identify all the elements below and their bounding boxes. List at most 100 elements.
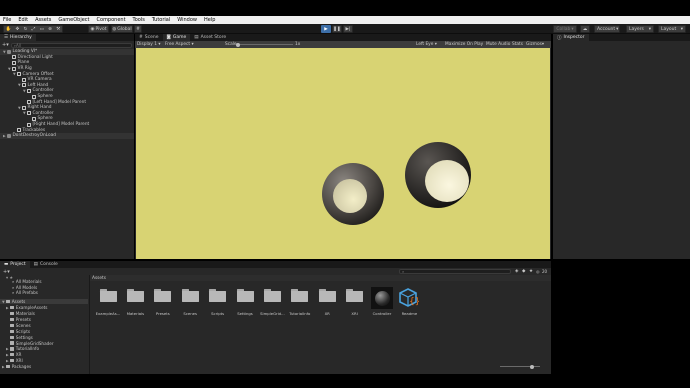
project-folder-item[interactable]: Settings: [6, 335, 33, 340]
asset-item[interactable]: {} Readme: [396, 287, 422, 317]
tab-game[interactable]: ◙ Game: [162, 34, 191, 41]
maximize-on-play-toggle[interactable]: Maximize On Play: [445, 42, 483, 47]
scale-tool-icon[interactable]: ⤢: [32, 26, 36, 32]
move-tool-icon[interactable]: ✥: [16, 27, 20, 32]
scale-slider[interactable]: [236, 42, 293, 47]
project-folder-item[interactable]: Materials: [6, 311, 35, 316]
hierarchy-row-label: VR Rig: [17, 66, 32, 72]
transform-tool-icon[interactable]: ⊕: [48, 27, 52, 32]
chevron-down-icon: ▾: [571, 26, 574, 32]
asset-item-label: SimpleGrid...: [260, 311, 285, 316]
project-folder-label: Scripts: [15, 328, 31, 334]
favorite-all-prefabs[interactable]: ⌕ All Prefabs: [12, 290, 38, 295]
icon-size-slider[interactable]: [500, 364, 540, 369]
menu-tutorial[interactable]: Tutorial: [152, 17, 170, 23]
cloud-button[interactable]: ☁: [580, 25, 590, 33]
eye-dropdown[interactable]: Left Eye ▾: [416, 42, 437, 47]
project-folder-item[interactable]: ▶ XR: [6, 352, 21, 357]
gameobject-icon: [12, 55, 16, 60]
folder-icon: [154, 289, 172, 302]
rotate-tool-icon[interactable]: ↻: [24, 27, 28, 32]
game-viewport[interactable]: [136, 48, 550, 259]
asset-item[interactable]: XR: [314, 287, 340, 317]
assets-root[interactable]: ▼ Assets: [0, 299, 88, 305]
menu-window[interactable]: Window: [177, 17, 197, 23]
folder-icon: ▬: [4, 262, 9, 267]
global-toggle[interactable]: ◍ Global: [111, 25, 133, 33]
hierarchy-search-input[interactable]: ⌕ All: [10, 42, 132, 48]
star-icon[interactable]: ★: [529, 269, 533, 274]
stats-toggle[interactable]: Stats: [512, 42, 523, 47]
console-icon: ▤: [33, 262, 38, 267]
assets-breadcrumb[interactable]: Assets: [90, 275, 551, 281]
asset-item[interactable]: Scripts: [205, 287, 231, 317]
project-search-input[interactable]: ⌕: [399, 269, 511, 274]
layout-label: Layout: [661, 26, 677, 32]
project-folder-item[interactable]: ▶ ExampleAssets: [6, 305, 47, 310]
asset-item[interactable]: XRI: [342, 287, 368, 317]
menu-assets[interactable]: Assets: [35, 17, 51, 23]
material-sphere-icon: [371, 287, 393, 309]
asset-item[interactable]: TutorialInfo: [287, 287, 313, 317]
collab-button[interactable]: Collab ▾: [553, 25, 577, 33]
layout-dropdown[interactable]: Layout ▾: [658, 25, 686, 33]
tab-asset-store[interactable]: ▤ Asset Store: [190, 34, 230, 41]
snap-toggle[interactable]: #: [134, 25, 142, 33]
pause-button[interactable]: ❚❚: [332, 25, 342, 33]
favorite-label: All Models: [15, 284, 38, 290]
packages-root[interactable]: ▶ Packages: [2, 364, 31, 369]
asset-item[interactable]: ExampleAs...: [95, 287, 121, 317]
layers-dropdown[interactable]: Layers ▾: [626, 25, 654, 33]
inspector-tab-label: Inspector: [563, 35, 585, 40]
scale-slider-handle[interactable]: [236, 42, 240, 47]
rect-tool-icon[interactable]: ▭: [40, 27, 44, 32]
step-button[interactable]: ▶|: [343, 25, 353, 33]
tab-console[interactable]: ▤ Console: [30, 261, 62, 268]
aspect-dropdown[interactable]: Free Aspect ▾: [165, 42, 194, 47]
menu-help[interactable]: Help: [204, 17, 215, 23]
project-folder-item[interactable]: Scenes: [6, 323, 31, 328]
asset-item[interactable]: Materials: [122, 287, 148, 317]
project-folder-item[interactable]: SimpleGridShader: [6, 340, 54, 346]
search-icon: ⌕: [12, 290, 15, 296]
custom-tool-icon[interactable]: ⚒: [56, 27, 60, 32]
tab-scene[interactable]: # Scene: [135, 34, 163, 41]
add-icon[interactable]: +▾: [3, 269, 10, 275]
asset-item[interactable]: Scenes: [177, 287, 203, 317]
add-icon[interactable]: +▾: [2, 42, 9, 48]
filter-label-icon[interactable]: ◆: [522, 269, 525, 274]
menu-bar: File Edit Assets GameObject Component To…: [0, 16, 690, 24]
asset-item[interactable]: SimpleGrid...: [259, 287, 285, 317]
tab-inspector[interactable]: ⓘ Inspector: [553, 34, 589, 41]
tab-hierarchy[interactable]: ☰ Hierarchy: [0, 34, 36, 41]
tab-project[interactable]: ▬ Project: [0, 261, 30, 268]
hierarchy-row[interactable]: ▶ DontDestroyOnLoad: [0, 133, 134, 139]
mute-audio-toggle[interactable]: Mute Audio: [486, 42, 510, 47]
asset-item-label: ExampleAs...: [95, 311, 121, 316]
menu-component[interactable]: Component: [97, 17, 126, 23]
project-folder-item[interactable]: ▶ TutorialInfo: [6, 346, 39, 351]
filter-type-icon[interactable]: ◈: [515, 269, 518, 274]
menu-file[interactable]: File: [3, 17, 11, 23]
asset-item[interactable]: Settings: [232, 287, 258, 317]
project-folder-item[interactable]: Scripts: [6, 329, 30, 334]
asset-item-label: Settings: [237, 311, 253, 316]
gameobject-icon: [22, 83, 26, 88]
gizmos-dropdown[interactable]: Gizmos▾: [526, 42, 544, 47]
aspect-label: Free Aspect: [165, 42, 191, 47]
pivot-toggle[interactable]: ◉ Pivot: [88, 25, 109, 33]
eye-hidden-icon[interactable]: ◎: [536, 269, 540, 274]
project-folder-item[interactable]: ▶ XRI: [6, 358, 23, 363]
account-dropdown[interactable]: Account ▾: [594, 25, 620, 33]
icon-size-slider-handle[interactable]: [530, 364, 534, 369]
display-dropdown[interactable]: Display 1 ▾: [137, 42, 160, 47]
menu-tools[interactable]: Tools: [133, 17, 145, 23]
menu-edit[interactable]: Edit: [18, 17, 28, 23]
menu-gameobject[interactable]: GameObject: [58, 17, 89, 23]
play-button[interactable]: ▶: [321, 25, 331, 33]
asset-item[interactable]: Controller: [369, 287, 395, 317]
hand-tool-icon[interactable]: ✋: [6, 27, 12, 32]
gizmos-label: Gizmos: [526, 42, 542, 47]
project-folder-item[interactable]: Presets: [6, 317, 31, 322]
asset-item[interactable]: Presets: [150, 287, 176, 317]
